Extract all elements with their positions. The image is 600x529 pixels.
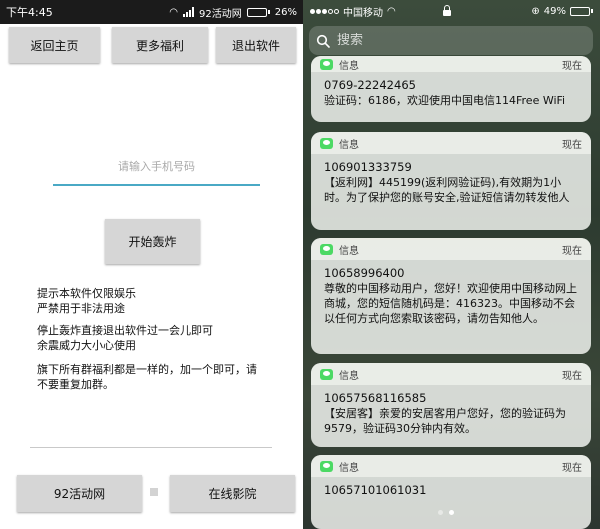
notification-body: 尊敬的中国移动用户，您好！欢迎使用中国移动网上商城，您的短信随机码是：41632… [324, 282, 577, 325]
tip-line: 余震威力大小心使用 [37, 339, 136, 352]
tip-line: 提示本软件仅限娱乐 [37, 287, 136, 300]
notification-header: 信息 现在 [311, 56, 591, 72]
lock-icon [443, 5, 451, 16]
rotation-lock-icon: ⊕ [531, 5, 540, 17]
status-time: 下午4:45 [6, 6, 53, 19]
messages-app-icon [320, 368, 333, 380]
android-status-bar: 下午4:45 ◠ 92活动网 26% [0, 0, 303, 24]
notification-time: 现在 [562, 462, 582, 474]
notification-sender: 10658996400 [324, 266, 405, 280]
status-carrier: 92活动网 [199, 8, 242, 20]
tip-block-group: 旗下所有群福利都是一样的，加一个即可，请 不要重复加群。 [37, 362, 277, 392]
notification-sender: 0769-22242465 [324, 78, 416, 92]
exit-app-button[interactable]: 退出软件 [216, 27, 296, 63]
notification-card[interactable]: 信息 现在 0769-22242465 验证码：6186，欢迎使用中国电信114… [311, 56, 591, 122]
battery-percent: 26% [274, 6, 297, 18]
tip-block-stop: 停止轰炸直接退出软件过一会儿即可 余震威力大小心使用 [37, 323, 277, 353]
notification-body: 【安居客】亲爱的安居客用户您好，您的验证码为9579，验证码30分钟内有效。 [324, 407, 566, 435]
signal-dots-icon [310, 8, 339, 14]
notification-sender: 10657101061031 [324, 483, 427, 497]
page-indicator[interactable] [438, 510, 454, 515]
ios-battery-percent: 49% [543, 5, 566, 17]
messages-app-icon [320, 243, 333, 255]
page-dot-current [449, 510, 454, 515]
ios-notification-center: 中国移动 ◠ ⊕ 49% 信息 现在 0769-22242465 验证码：618… [303, 0, 600, 529]
notification-time: 现在 [562, 60, 582, 72]
notification-header: 信息 现在 [311, 363, 591, 385]
notification-sender: 106901333759 [324, 160, 412, 174]
divider [30, 447, 272, 448]
separator-square [150, 488, 158, 496]
online-cinema-button[interactable]: 在线影院 [170, 475, 295, 512]
notification-time: 现在 [562, 139, 582, 151]
notification-header: 信息 现在 [311, 455, 591, 477]
tip-line: 不要重复加群。 [37, 378, 114, 391]
tip-block-entertainment: 提示本软件仅限娱乐 严禁用于非法用途 [37, 286, 277, 316]
battery-icon [246, 7, 270, 17]
notification-sender: 10657568116585 [324, 391, 427, 405]
notification-card[interactable]: 信息 现在 10657568116585 【安居客】亲爱的安居客用户您好，您的验… [311, 363, 591, 447]
activity-site-button[interactable]: 92活动网 [17, 475, 142, 512]
tip-line: 严禁用于非法用途 [37, 302, 125, 315]
battery-icon [570, 6, 593, 16]
notification-header: 信息 现在 [311, 132, 591, 154]
tip-line: 停止轰炸直接退出软件过一会儿即可 [37, 324, 213, 337]
notification-app-name: 信息 [339, 245, 359, 257]
notification-app-name: 信息 [339, 370, 359, 382]
phone-number-input[interactable] [53, 148, 260, 186]
messages-app-icon [320, 58, 333, 70]
notification-app-name: 信息 [339, 60, 359, 72]
notification-card[interactable]: 信息 现在 106901333759 【返利网】445199(返利网验证码),有… [311, 132, 591, 230]
more-welfare-button[interactable]: 更多福利 [112, 27, 208, 63]
search-input[interactable] [337, 33, 557, 48]
notification-body: 验证码：6186，欢迎使用中国电信114Free WiFi [324, 94, 566, 107]
search-bar[interactable] [309, 26, 593, 55]
signal-icon [183, 7, 195, 17]
notification-header: 信息 现在 [311, 238, 591, 260]
wifi-icon: ◠ [169, 6, 179, 18]
messages-app-icon [320, 460, 333, 472]
search-icon [316, 34, 330, 48]
notification-card[interactable]: 信息 现在 10657101061031 [311, 455, 591, 529]
notification-app-name: 信息 [339, 462, 359, 474]
start-bombing-button[interactable]: 开始轰炸 [105, 219, 200, 264]
notification-time: 现在 [562, 245, 582, 257]
ios-carrier: 中国移动 [343, 7, 383, 19]
notification-time: 现在 [562, 370, 582, 382]
tip-line: 旗下所有群福利都是一样的，加一个即可，请 [37, 363, 257, 376]
ios-status-bar: 中国移动 ◠ ⊕ 49% [303, 0, 600, 22]
android-app-screen: 下午4:45 ◠ 92活动网 26% 返回主页 更多福利 退出软件 开始轰炸 提… [0, 0, 303, 529]
wifi-icon: ◠ [387, 5, 396, 17]
messages-app-icon [320, 137, 333, 149]
notification-app-name: 信息 [339, 139, 359, 151]
page-dot [438, 510, 443, 515]
back-home-button[interactable]: 返回主页 [9, 27, 100, 63]
notification-body: 【返利网】445199(返利网验证码),有效期为1小时。为了保护您的账号安全,验… [324, 176, 570, 204]
notification-card[interactable]: 信息 现在 10658996400 尊敬的中国移动用户，您好！欢迎使用中国移动网… [311, 238, 591, 354]
